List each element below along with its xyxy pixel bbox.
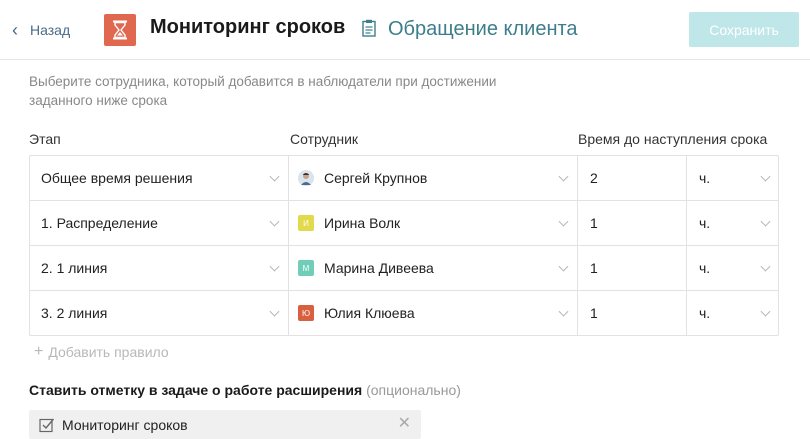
chevron-down-icon (558, 171, 569, 182)
chevron-down-icon (558, 306, 569, 317)
page-subtitle: Обращение клиента (388, 18, 578, 40)
user-select[interactable]: И Ирина Волк (289, 201, 578, 245)
time-input[interactable]: 1 (578, 291, 687, 335)
unit-value: ч. (699, 215, 711, 231)
unit-value: ч. (699, 260, 711, 276)
avatar: Ю (298, 305, 314, 321)
chevron-down-icon (760, 171, 771, 182)
mark-tag-label: Мониторинг сроков (62, 416, 188, 433)
column-header-stage: Этап (29, 131, 61, 147)
chevron-down-icon (269, 171, 280, 182)
user-value: Марина Дивеева (324, 260, 434, 276)
back-button[interactable]: ‹ Назад (12, 19, 70, 41)
table-row: 1. Распределение И Ирина Волк 1 ч. (30, 201, 778, 246)
unit-value: ч. (699, 170, 711, 186)
chevron-down-icon (558, 261, 569, 272)
stage-value: Общее время решения (41, 170, 193, 186)
avatar (298, 170, 314, 186)
mark-tag[interactable]: Мониторинг сроков ✕ (29, 410, 421, 439)
user-select[interactable]: М Марина Дивеева (289, 246, 578, 290)
column-header-time: Время до наступления срока (578, 131, 768, 147)
user-select[interactable]: Ю Юлия Клюева (289, 291, 578, 335)
close-icon[interactable]: ✕ (398, 416, 411, 432)
chevron-down-icon (760, 216, 771, 227)
chevron-down-icon (558, 216, 569, 227)
time-input[interactable]: 1 (578, 201, 687, 245)
clipboard-icon (362, 19, 376, 42)
stage-select[interactable]: 2. 1 линия (30, 246, 289, 290)
stage-value: 2. 1 линия (41, 260, 108, 276)
description: Выберите сотрудника, который добавится в… (29, 74, 497, 108)
stage-select[interactable]: 1. Распределение (30, 201, 289, 245)
user-value: Юлия Клюева (324, 305, 415, 321)
header: ‹ Назад Мониторинг сроков Обращение клие… (0, 0, 810, 60)
plus-icon: + (34, 343, 44, 360)
stage-select[interactable]: Общее время решения (30, 156, 289, 200)
save-button[interactable]: Сохранить (689, 12, 799, 47)
user-value: Ирина Волк (324, 215, 401, 231)
stage-select[interactable]: 3. 2 линия (30, 291, 289, 335)
chevron-down-icon (269, 306, 280, 317)
user-select[interactable]: Сергей Крупнов (289, 156, 578, 200)
time-input[interactable]: 2 (578, 156, 687, 200)
chevron-down-icon (269, 261, 280, 272)
table-row: Общее время решения Сергей Крупнов 2 ч. (30, 156, 778, 201)
stage-value: 1. Распределение (41, 215, 158, 231)
unit-select[interactable]: ч. (687, 246, 779, 290)
back-label: Назад (30, 22, 71, 38)
table-row: 2. 1 линия М Марина Дивеева 1 ч. (30, 246, 778, 291)
chevron-down-icon (760, 261, 771, 272)
stage-value: 3. 2 линия (41, 305, 108, 321)
checkbox-icon (39, 417, 55, 433)
table-row: 3. 2 линия Ю Юлия Клюева 1 ч. (30, 291, 778, 335)
avatar: М (298, 260, 314, 276)
hourglass-icon (104, 14, 136, 46)
chevron-left-icon: ‹ (12, 20, 18, 40)
avatar: И (298, 215, 314, 231)
column-header-user: Сотрудник (290, 131, 359, 147)
rules-table: Общее время решения Сергей Крупнов 2 ч. … (29, 155, 779, 336)
unit-select[interactable]: ч. (687, 291, 779, 335)
unit-value: ч. (699, 305, 711, 321)
unit-select[interactable]: ч. (687, 201, 779, 245)
add-rule-button[interactable]: + Добавить правило (34, 343, 169, 361)
mark-section-label: Ставить отметку в задаче о работе расшир… (29, 382, 461, 398)
unit-select[interactable]: ч. (687, 156, 779, 200)
add-rule-label: Добавить правило (48, 344, 169, 360)
chevron-down-icon (269, 216, 280, 227)
page-title: Мониторинг сроков (150, 16, 346, 38)
optional-label: (опционально) (366, 382, 461, 398)
time-input[interactable]: 1 (578, 246, 687, 290)
chevron-down-icon (760, 306, 771, 317)
user-value: Сергей Крупнов (324, 170, 428, 186)
mark-label: Ставить отметку в задаче о работе расшир… (29, 382, 363, 398)
